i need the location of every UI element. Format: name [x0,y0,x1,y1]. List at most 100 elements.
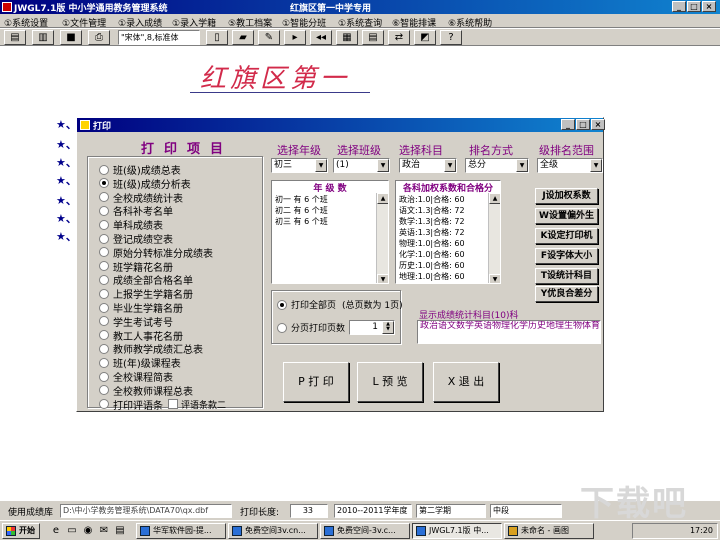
weight-item[interactable]: 物理:1.0|合格: 60 [396,238,500,249]
menu-smart-class-split[interactable]: ①智能分班 [282,16,326,29]
class-select[interactable]: (1) ▼ [333,158,390,173]
report-option[interactable]: 原始分转标准分成绩表 [99,245,213,260]
new-icon[interactable]: ▯ [206,30,228,45]
dialog-title-bar[interactable]: 打印 _ □ × [77,118,605,132]
report-option[interactable]: 教师教学成绩汇总表 [99,341,203,356]
report-option[interactable]: 登记成绩空表 [99,231,173,246]
print-all-radio[interactable] [277,299,287,310]
exam-select[interactable]: 中段 [490,504,562,518]
grade-select[interactable]: 初三 ▼ [271,158,328,173]
preview-button[interactable]: L 预 览 [357,362,423,402]
task-button[interactable]: 未命名 - 画图 [504,523,594,539]
task-button-active[interactable]: JWGL7.1版 中... [412,523,502,539]
weight-item[interactable]: 地理:1.0|合格: 60 [396,271,500,282]
ie-icon[interactable]: e [50,525,62,537]
report-radio[interactable] [99,343,109,354]
report-option[interactable]: 全校课程简表 [99,369,173,384]
print-button[interactable]: P 打 印 [283,362,349,402]
weight-item[interactable]: 化学:1.0|合格: 60 [396,249,500,260]
close-button[interactable]: × [702,1,716,12]
pencil-icon[interactable]: ✎ [258,30,280,45]
menu-system-help[interactable]: ⑥系统帮助 [448,16,492,29]
explorer-icon[interactable]: ▤ [114,525,126,537]
report-option[interactable]: 教工人事花名册 [99,328,183,343]
paged-print-radio[interactable] [277,322,287,333]
report-option[interactable]: 学生考试考号 [99,314,173,329]
report-option[interactable]: 单科成绩表 [99,217,163,232]
scroll-down-icon[interactable]: ▼ [489,274,500,283]
grid-icon[interactable]: ▦ [336,30,358,45]
weight-item[interactable]: 历史:1.0|合格: 60 [396,260,500,271]
desktop-icon[interactable]: ▭ [66,525,78,537]
set-weight-button[interactable]: J设加权系数 [535,188,598,204]
menu-enter-enrollment[interactable]: ①录入学籍 [172,16,216,29]
db-path-field[interactable]: D:\中小学教务管理系统\DATA70\qx.dbf [60,504,232,518]
school-year-select[interactable]: 2010--2011学年度 [334,504,412,518]
term-select[interactable]: 第二学期 [416,504,486,518]
rewind-icon[interactable]: ◂◂ [310,30,332,45]
chevron-down-icon[interactable]: ▼ [377,159,389,172]
weights-scrollbar[interactable]: ▲ ▼ [488,193,500,283]
report-option[interactable]: 班(级)成绩分析表 [99,176,191,191]
report-radio[interactable] [99,288,109,299]
report-radio[interactable] [99,302,109,313]
weight-item[interactable]: 数学:1.3|合格: 72 [396,216,500,227]
print-icon[interactable]: ⎙ [88,30,110,45]
report-option[interactable]: 各科补考名单 [99,203,173,218]
clock[interactable]: 17:20 [690,526,713,535]
menu-system-settings[interactable]: ①系统设置 [4,16,48,29]
report-radio[interactable] [99,261,109,272]
set-outlier-students-button[interactable]: W设置偏外生 [535,208,598,224]
outlook-icon[interactable]: ✉ [98,525,110,537]
grade-listbox[interactable]: 年 级 数 初一 有 6 个班 初二 有 6 个班 初三 有 6 个班 ▲ ▼ [271,180,389,284]
report-radio[interactable] [99,164,109,175]
comment-checkbox[interactable] [168,399,178,410]
report-radio[interactable] [99,192,109,203]
minimize-button[interactable]: _ [672,1,686,12]
list-item[interactable]: 初三 有 6 个班 [272,216,388,227]
dialog-minimize-button[interactable]: _ [561,119,575,130]
grade-list-scrollbar[interactable]: ▲ ▼ [376,193,388,283]
report-radio[interactable] [99,357,109,368]
report-radio[interactable] [99,233,109,244]
report-radio[interactable] [99,205,109,216]
report-radio[interactable] [99,247,109,258]
report-option[interactable]: 班学籍花名册 [99,259,173,274]
next-icon[interactable]: ▸ [284,30,306,45]
export-icon[interactable]: ⇄ [388,30,410,45]
weight-item[interactable]: 政治:1.0|合格: 60 [396,194,500,205]
task-button[interactable]: 免费空间-3v.c... [320,523,410,539]
report-radio[interactable] [99,371,109,382]
report-option[interactable]: 全校成绩统计表 [99,190,183,205]
app-icon[interactable] [2,2,12,12]
list-item[interactable]: 初一 有 6 个班 [272,194,388,205]
task-button[interactable]: 免费空间3v.cn... [228,523,318,539]
open-icon[interactable]: ▰ [232,30,254,45]
dialog-close-button[interactable]: × [591,119,605,130]
exit-button[interactable]: X 退 出 [433,362,499,402]
save-icon[interactable]: ■ [60,30,82,45]
table-icon[interactable]: ▤ [362,30,384,45]
page-count-stepper[interactable]: 1 ▲ ▼ [349,320,395,335]
scroll-up-icon[interactable]: ▲ [489,193,500,204]
dialog-maximize-button[interactable]: □ [576,119,590,130]
chevron-down-icon[interactable]: ▼ [516,159,528,172]
color-icon[interactable]: ◩ [414,30,436,45]
chevron-down-icon[interactable]: ▼ [315,159,327,172]
stepper-arrows-icon[interactable]: ▲ ▼ [382,321,394,334]
list-item[interactable]: 初二 有 6 个班 [272,205,388,216]
report-radio[interactable] [99,330,109,341]
report-option[interactable]: 上报学生学籍名册 [99,286,193,301]
chart-icon[interactable]: ▥ [32,30,54,45]
help-icon[interactable]: ? [440,30,462,45]
rank-range-select[interactable]: 全级 ▼ [537,158,603,173]
app-title-bar[interactable]: JWGL7.1版 中小学通用教务管理系统 红旗区第一中学专用 _ □ × [0,0,720,14]
report-option[interactable]: 全校教师课程总表 [99,383,193,398]
report-radio[interactable] [99,316,109,327]
task-button[interactable]: 华军软件园-提... [136,523,226,539]
report-option[interactable]: 打印评语条 评语条款二 [99,397,226,412]
report-radio[interactable] [99,399,109,410]
weight-item[interactable]: 英语:1.3|合格: 72 [396,227,500,238]
font-selector[interactable]: "宋体",8,标准体 [118,30,200,45]
set-stats-subjects-button[interactable]: T设统计科目 [535,268,598,284]
